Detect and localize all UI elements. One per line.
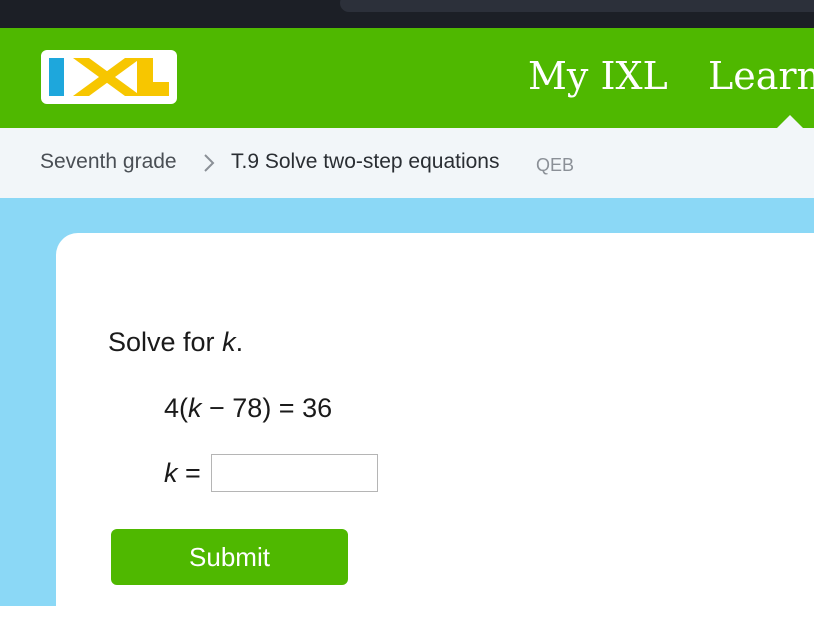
nav-learning-link[interactable]: Learn	[708, 53, 814, 99]
breadcrumb-grade-link[interactable]: Seventh grade	[40, 149, 177, 175]
nav-my-ixl-link[interactable]: My IXL	[528, 53, 668, 99]
browser-top-strip	[0, 0, 814, 28]
prompt-suffix: .	[235, 327, 244, 357]
browser-tab-shape	[340, 0, 814, 12]
answer-variable: k	[164, 458, 178, 488]
equation-prefix: 4(	[164, 393, 189, 423]
prompt-prefix: Solve for	[108, 327, 223, 357]
equation-variable: k	[188, 393, 202, 423]
answer-label: k =	[164, 456, 201, 490]
equation-suffix: − 78) = 36	[201, 393, 333, 423]
chevron-right-icon	[203, 153, 215, 177]
question-prompt: Solve for k.	[108, 325, 243, 359]
breadcrumb: Seventh grade T.9 Solve two-step equatio…	[0, 128, 814, 198]
answer-input[interactable]	[211, 454, 378, 492]
answer-equals: =	[177, 458, 201, 488]
ixl-logo[interactable]	[41, 50, 177, 104]
breadcrumb-skill-code: QEB	[536, 155, 575, 175]
submit-button[interactable]: Submit	[111, 529, 348, 585]
active-nav-indicator	[777, 115, 803, 128]
prompt-variable: k	[222, 327, 236, 357]
breadcrumb-skill-title: T.9 Solve two-step equations	[231, 150, 500, 173]
ixl-logo-mark	[49, 58, 169, 96]
question-equation: 4(k − 78) = 36	[164, 391, 332, 425]
top-navigation-bar: My IXL Learn	[0, 28, 814, 128]
